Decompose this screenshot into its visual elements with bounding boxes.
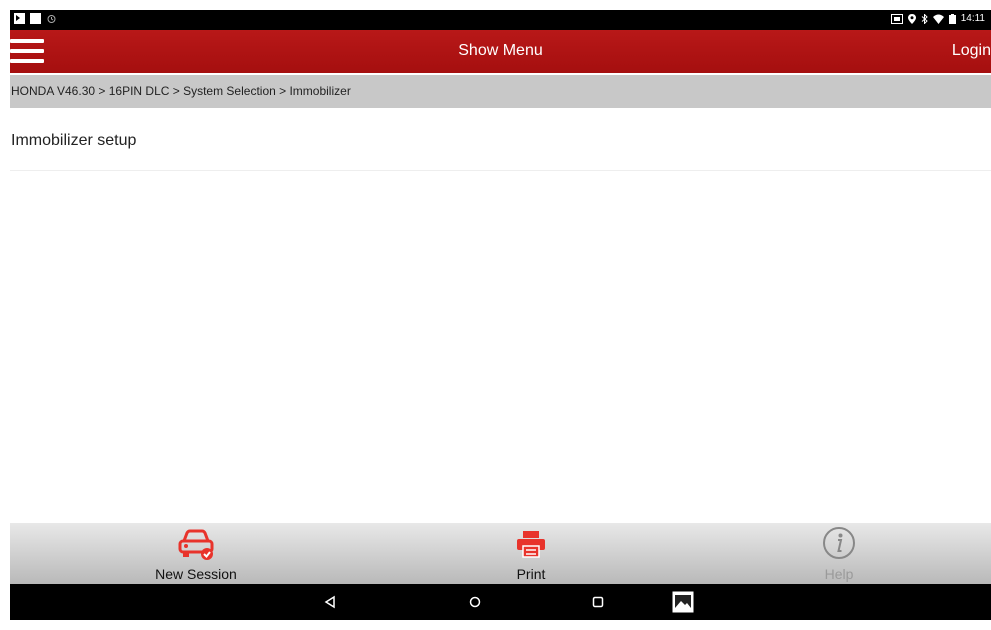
login-button[interactable]: Login [952, 42, 991, 60]
print-button[interactable]: Print [431, 523, 631, 584]
recents-icon[interactable] [588, 592, 608, 612]
function-list: Immobilizer setup [10, 108, 991, 171]
status-bar: 14:11 [10, 10, 991, 30]
notification-icon [14, 13, 25, 24]
info-icon [823, 527, 855, 559]
status-time: 14:11 [960, 13, 985, 24]
new-session-button[interactable]: New Session [96, 523, 296, 584]
back-icon[interactable] [320, 592, 340, 612]
alarm-icon [47, 15, 56, 23]
location-icon [907, 13, 916, 24]
status-left-icons [14, 13, 57, 24]
new-session-label: New Session [155, 566, 237, 582]
screenshot-icon[interactable] [672, 591, 694, 613]
app-title[interactable]: Show Menu [10, 42, 991, 60]
wifi-icon [932, 14, 944, 24]
app-screen: 14:11 Show Menu Login HONDA V46.30 > 16P… [0, 0, 991, 630]
status-right-icons: 14:11 [890, 13, 985, 24]
breadcrumb: HONDA V46.30 > 16PIN DLC > System Select… [10, 75, 991, 108]
battery-icon [948, 13, 956, 24]
bluetooth-icon [921, 13, 928, 24]
list-item-immobilizer-setup[interactable]: Immobilizer setup [10, 108, 991, 171]
print-label: Print [516, 566, 546, 582]
navigation-bar [10, 584, 991, 620]
home-icon[interactable] [465, 592, 485, 612]
printer-icon [517, 531, 545, 558]
help-button[interactable]: Help [739, 523, 939, 584]
bottom-toolbar: New Session Print Help [10, 523, 991, 584]
help-label: Help [824, 566, 854, 582]
car-check-icon [178, 529, 214, 560]
sim-icon [890, 13, 903, 24]
square-icon [30, 13, 41, 24]
app-bar: Show Menu Login [10, 30, 991, 73]
